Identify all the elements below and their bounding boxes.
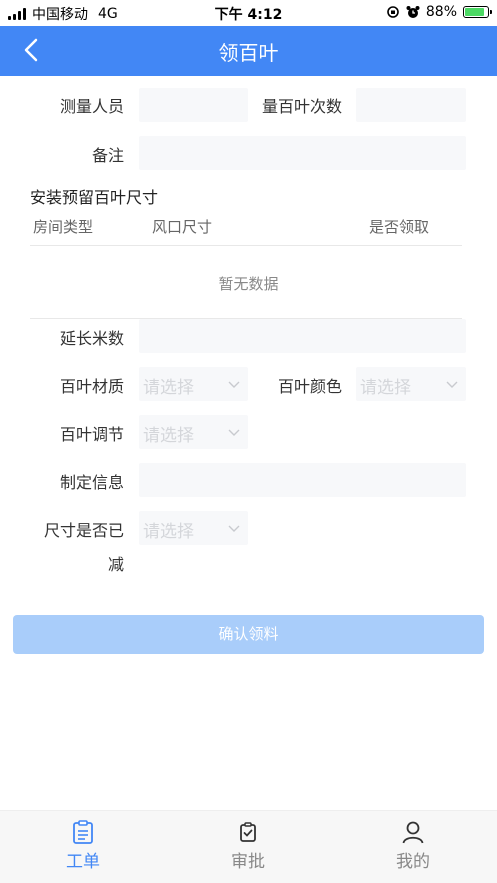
chevron-down-icon — [228, 525, 240, 532]
tab-label-approval: 审批 — [231, 852, 265, 872]
battery-percent: 88% — [425, 4, 457, 20]
table-empty-text: 暂无数据 — [218, 275, 279, 293]
size-reduced-placeholder: 请选择 — [143, 522, 194, 542]
table-header: 房间类型 风口尺寸 是否领取 — [30, 210, 462, 246]
page-title: 领百叶 — [218, 41, 279, 65]
column-header-collected: 是否领取 — [369, 218, 430, 236]
user-icon — [402, 821, 424, 844]
size-reduced-label-line2: 减 — [107, 555, 124, 574]
extension-label: 延长米数 — [59, 329, 124, 348]
tab-work-order[interactable]: 工单 — [43, 819, 123, 872]
battery-fill — [465, 8, 485, 16]
surveyor-input[interactable] — [139, 88, 248, 122]
chevron-down-icon — [228, 381, 240, 388]
tab-label-work-order: 工单 — [66, 852, 100, 872]
adjust-label: 百叶调节 — [59, 425, 124, 444]
approval-icon — [240, 822, 256, 842]
count-input[interactable] — [356, 88, 466, 122]
chevron-down-icon — [446, 381, 458, 388]
adjust-placeholder: 请选择 — [143, 426, 194, 446]
color-label: 百叶颜色 — [277, 377, 342, 396]
battery-icon — [463, 6, 492, 18]
custom-info-label: 制定信息 — [59, 473, 124, 492]
confirm-button[interactable]: 确认领料 — [13, 615, 484, 654]
count-label: 量百叶次数 — [261, 97, 342, 116]
material-placeholder: 请选择 — [143, 378, 194, 398]
remark-label: 备注 — [91, 146, 124, 165]
chevron-down-icon — [228, 429, 240, 436]
surveyor-label: 测量人员 — [59, 97, 124, 116]
tab-approval[interactable]: 审批 — [208, 819, 288, 872]
alarm-icon — [406, 6, 420, 18]
tab-bar: 工单 审批 我的 — [0, 810, 497, 883]
status-right: 88% — [386, 4, 492, 20]
tab-mine[interactable]: 我的 — [373, 819, 453, 872]
custom-info-input[interactable] — [139, 463, 466, 497]
remark-input[interactable] — [139, 136, 466, 170]
size-reduced-label-line1: 尺寸是否已 — [43, 521, 124, 540]
extension-input[interactable] — [139, 319, 466, 353]
status-bar: 中国移动 4G 下午 4:12 88% — [0, 0, 497, 26]
adjust-select[interactable]: 请选择 — [139, 415, 248, 449]
material-label: 百叶材质 — [59, 377, 124, 396]
orientation-lock-icon — [387, 6, 399, 18]
section-title: 安装预留百叶尺寸 — [30, 188, 159, 207]
tab-label-mine: 我的 — [396, 852, 430, 872]
material-select[interactable]: 请选择 — [139, 367, 248, 401]
color-placeholder: 请选择 — [360, 378, 411, 398]
clipboard-icon — [73, 820, 93, 844]
color-select[interactable]: 请选择 — [356, 367, 466, 401]
column-header-vent-size: 风口尺寸 — [152, 218, 213, 236]
column-header-room-type: 房间类型 — [33, 218, 94, 236]
nav-bar: 领百叶 — [0, 26, 497, 76]
size-reduced-select[interactable]: 请选择 — [139, 511, 248, 545]
